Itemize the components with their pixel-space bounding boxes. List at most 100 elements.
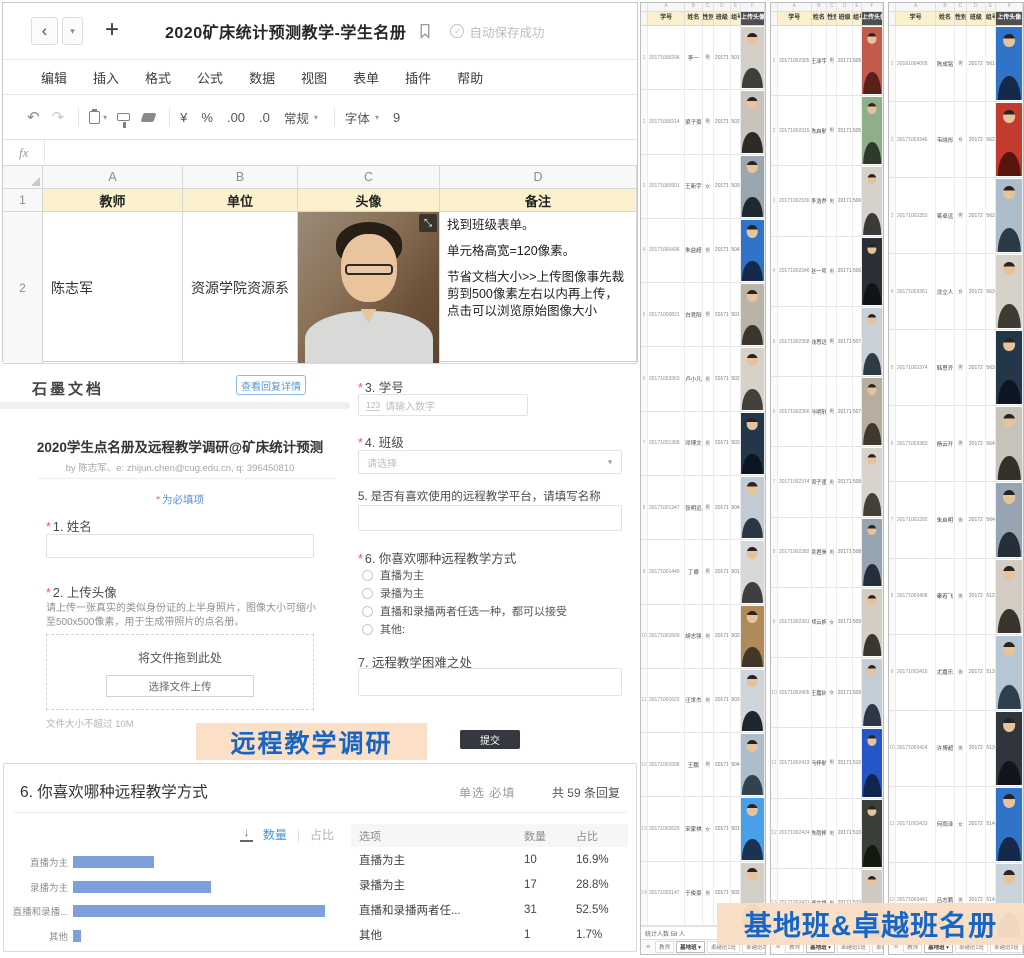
teacher-photo[interactable]: ⤡ bbox=[298, 212, 439, 363]
formula-bar[interactable]: fx bbox=[3, 139, 637, 165]
roster-header-学号[interactable]: 学号 bbox=[896, 12, 936, 25]
menu-item-视图[interactable]: 视图 bbox=[301, 68, 327, 87]
bookmark-icon[interactable] bbox=[416, 22, 434, 40]
roster-header-班级[interactable]: 班级 bbox=[967, 12, 986, 25]
roster-row[interactable]: 1220171002424陈雨桐男20171510 bbox=[771, 799, 883, 869]
roster-row[interactable]: 720171002374周子墨男20171508 bbox=[771, 447, 883, 517]
toggle-percent[interactable]: 占比 bbox=[310, 826, 334, 843]
roster-row[interactable]: 320171002330李浩然男20171506 bbox=[771, 166, 883, 236]
q4-class-select[interactable]: 请选择 ▾ bbox=[358, 450, 622, 474]
roster-row[interactable]: 1020171003424许博超男20172513 bbox=[889, 711, 1023, 787]
sheet-tab-教师[interactable]: 教师 bbox=[655, 941, 674, 953]
q7-difficulty-textarea[interactable] bbox=[358, 668, 622, 696]
student-photo-cell[interactable] bbox=[862, 96, 883, 165]
student-photo[interactable] bbox=[996, 407, 1022, 480]
student-photo[interactable] bbox=[996, 179, 1022, 252]
student-photo-cell[interactable] bbox=[741, 283, 765, 346]
font-dropdown[interactable]: 字体▾ bbox=[345, 108, 379, 127]
corner-cell[interactable] bbox=[3, 166, 43, 189]
roster-row[interactable]: 1120171003433何雨泽女20172514 bbox=[889, 787, 1023, 863]
roster-row[interactable]: 220171000214梁子豪男20171502 bbox=[641, 90, 765, 154]
roster-row[interactable]: 1320171002629宋家祺女20171501 bbox=[641, 797, 765, 861]
student-photo-cell[interactable] bbox=[862, 307, 883, 376]
upload-dropzone[interactable]: 将文件拖到此处 选择文件上传 bbox=[46, 634, 314, 710]
roster-header-组号[interactable]: 组号 bbox=[731, 12, 741, 25]
student-photo-cell[interactable] bbox=[862, 26, 883, 95]
radio-icon[interactable] bbox=[362, 606, 373, 617]
roster-header-性别[interactable]: 性别 bbox=[827, 12, 837, 25]
roster-row[interactable]: 820171003406秦若飞男20172512 bbox=[889, 559, 1023, 635]
roster-header-上传头像[interactable]: 上传头像 bbox=[741, 12, 765, 25]
student-photo-cell[interactable] bbox=[741, 540, 765, 603]
q6-option-3[interactable]: 直播和录播两者任选一种，都可以接受 bbox=[362, 603, 567, 619]
student-photo[interactable] bbox=[741, 734, 764, 795]
student-photo[interactable] bbox=[996, 788, 1022, 861]
roster-row[interactable]: 320171003352蒋卓远男20172562 bbox=[889, 178, 1023, 254]
roster-row[interactable]: 120171002305王泽宇男20171505 bbox=[771, 26, 883, 96]
menu-item-插入[interactable]: 插入 bbox=[93, 68, 119, 87]
radio-icon[interactable] bbox=[362, 588, 373, 599]
student-photo[interactable] bbox=[741, 670, 764, 731]
student-photo[interactable] bbox=[741, 541, 764, 602]
roster-row[interactable]: 820171001347张明远男20171504 bbox=[641, 476, 765, 540]
student-photo[interactable] bbox=[862, 378, 882, 445]
redo-icon[interactable]: ↷ bbox=[52, 108, 65, 126]
roster-row[interactable]: 1120171002413冯梓航男20171510 bbox=[771, 728, 883, 798]
roster-header-姓名[interactable]: 姓名 bbox=[685, 12, 702, 25]
roster-row[interactable]: 1020171002405王嘉树女20171509 bbox=[771, 658, 883, 728]
currency-format-button[interactable]: ¥ bbox=[180, 110, 187, 125]
format-painter-icon[interactable] bbox=[117, 113, 130, 121]
roster-row[interactable]: 720171003392朱启明男20172564 bbox=[889, 482, 1023, 558]
roster-row[interactable]: 120161004005陈成铭男20172561 bbox=[889, 26, 1023, 102]
student-photo[interactable] bbox=[862, 800, 882, 867]
sheet-tab-基地班[interactable]: 基地班 ▾ bbox=[676, 941, 705, 953]
student-photo[interactable] bbox=[996, 27, 1022, 100]
roster-row[interactable]: 420171002346赵一鸣男20171506 bbox=[771, 237, 883, 307]
menu-item-帮助[interactable]: 帮助 bbox=[457, 68, 483, 87]
student-photo[interactable] bbox=[996, 331, 1022, 404]
student-photo-cell[interactable] bbox=[862, 447, 883, 516]
student-photo[interactable] bbox=[862, 729, 882, 796]
q5-platform-input[interactable] bbox=[358, 505, 622, 531]
bar-segment[interactable] bbox=[73, 905, 325, 917]
decimal-decrease-button[interactable]: .0 bbox=[259, 110, 270, 125]
menu-item-插件[interactable]: 插件 bbox=[405, 68, 431, 87]
student-photo[interactable] bbox=[862, 167, 882, 234]
column-header-B[interactable]: B bbox=[183, 166, 298, 189]
view-replies-button[interactable]: 查看回复详情 bbox=[236, 375, 306, 395]
teacher-photo-cell[interactable]: ⤡ bbox=[298, 212, 440, 364]
student-photo-cell[interactable] bbox=[996, 254, 1023, 329]
teacher-unit-cell[interactable]: 资源学院资源系 bbox=[183, 212, 298, 364]
radio-icon[interactable] bbox=[362, 570, 373, 581]
percent-format-button[interactable]: % bbox=[201, 110, 213, 125]
bar-segment[interactable] bbox=[73, 881, 211, 893]
student-photo[interactable] bbox=[996, 712, 1022, 785]
menu-item-表单[interactable]: 表单 bbox=[353, 68, 379, 87]
remark-cell[interactable]: 找到班级表单。单元格高宽=120像素。节省文档大小>>上传图像事先裁剪到500像… bbox=[440, 212, 637, 364]
roster-row[interactable]: 520171000821白竞阳男20171501 bbox=[641, 283, 765, 347]
menu-item-格式[interactable]: 格式 bbox=[145, 68, 171, 87]
student-photo[interactable] bbox=[862, 589, 882, 656]
number-format-dropdown[interactable]: 常规▾ bbox=[284, 108, 318, 127]
undo-icon[interactable]: ↶ bbox=[27, 108, 40, 126]
decimal-increase-button[interactable]: .00 bbox=[227, 110, 245, 125]
column-header-C[interactable]: C bbox=[298, 166, 440, 189]
menu-item-数据[interactable]: 数据 bbox=[249, 68, 275, 87]
roster-header-姓名[interactable]: 姓名 bbox=[812, 12, 828, 25]
new-doc-button[interactable]: + bbox=[105, 16, 135, 46]
sheet-list-icon[interactable]: ≡ bbox=[643, 943, 653, 952]
student-photo[interactable] bbox=[741, 348, 764, 409]
roster-row[interactable]: 420171000436朱益超男20171504 bbox=[641, 219, 765, 283]
roster-row[interactable]: 620171003363卢小凡男20171502 bbox=[641, 347, 765, 411]
student-photo-cell[interactable] bbox=[996, 178, 1023, 253]
column-header-A[interactable]: A bbox=[43, 166, 183, 189]
student-photo-cell[interactable] bbox=[862, 166, 883, 235]
student-photo-cell[interactable] bbox=[741, 219, 765, 282]
student-photo[interactable] bbox=[741, 477, 764, 538]
radio-icon[interactable] bbox=[362, 624, 373, 635]
student-photo-cell[interactable] bbox=[996, 559, 1023, 634]
student-photo-cell[interactable] bbox=[741, 26, 765, 89]
roster-row[interactable]: 1020171001500胡志强男20171502 bbox=[641, 605, 765, 669]
student-photo[interactable] bbox=[741, 798, 764, 859]
roster-header-性别[interactable]: 性别 bbox=[955, 12, 967, 25]
